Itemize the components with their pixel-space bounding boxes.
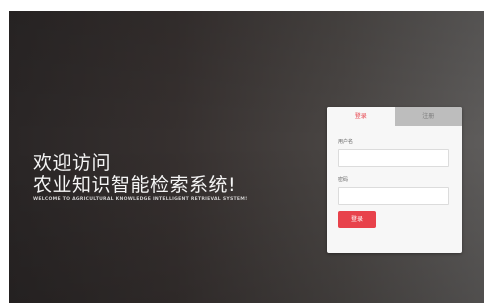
login-button[interactable]: 登录 bbox=[338, 211, 376, 228]
username-field[interactable] bbox=[338, 149, 449, 167]
welcome-banner: 欢迎访问 农业知识智能检索系统! WELCOME TO AGRICULTURAL… bbox=[33, 152, 247, 203]
system-title: 农业知识智能检索系统! bbox=[33, 174, 237, 196]
password-label: 密码 bbox=[338, 177, 349, 183]
tab-register[interactable]: 注册 bbox=[394, 107, 462, 126]
password-field[interactable] bbox=[338, 187, 449, 205]
tab-login[interactable]: 登录 bbox=[327, 107, 395, 126]
username-label: 用户名 bbox=[338, 139, 354, 145]
auth-tabs: 登录 注册 bbox=[327, 107, 462, 126]
welcome-subtitle: WELCOME TO AGRICULTURAL KNOWLEDGE INTELL… bbox=[33, 197, 248, 202]
login-panel: 登录 注册 用户名 密码 登录 bbox=[327, 107, 462, 253]
welcome-heading: 欢迎访问 bbox=[33, 152, 112, 174]
login-form: 用户名 密码 登录 bbox=[327, 126, 462, 228]
login-page-background: 欢迎访问 农业知识智能检索系统! WELCOME TO AGRICULTURAL… bbox=[9, 11, 484, 303]
